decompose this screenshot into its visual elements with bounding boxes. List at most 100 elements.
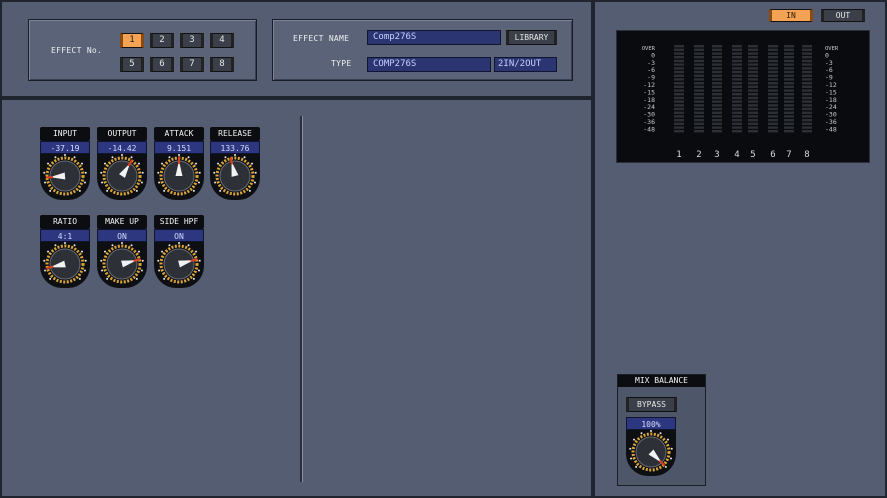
effect-name-field[interactable]: Comp276S — [367, 30, 501, 45]
meter-segment — [784, 82, 794, 85]
knob-tick — [100, 171, 103, 174]
meter-segment — [674, 93, 684, 96]
knob-tick — [121, 154, 123, 156]
meter-segment — [802, 48, 812, 51]
meter-segment — [694, 56, 704, 59]
meter-segment — [748, 70, 758, 74]
attack-knob[interactable] — [154, 154, 204, 200]
effect-name-label: EFFECT NAME — [293, 34, 350, 43]
effect-no-button-4[interactable]: 4 — [210, 33, 234, 48]
meter-segment — [768, 70, 778, 74]
ratio-knob[interactable] — [40, 242, 90, 288]
meter-segment — [784, 119, 794, 122]
meter-segment — [748, 85, 758, 88]
knob-body — [97, 242, 147, 288]
knob-value[interactable]: ON — [97, 229, 147, 242]
effect-no-button-2[interactable]: 2 — [150, 33, 174, 48]
meter-segment — [694, 119, 704, 122]
meter-channel-label: 2 — [696, 150, 701, 160]
bypass-button[interactable]: BYPASS — [626, 397, 677, 412]
knob-tick — [64, 154, 66, 156]
effect-no-button-1[interactable]: 1 — [120, 33, 144, 48]
knob-tick — [141, 171, 144, 174]
mix-balance-knob[interactable] — [626, 430, 676, 476]
meter-segment — [712, 78, 722, 81]
meter-segment — [732, 63, 742, 66]
release-knob[interactable] — [210, 154, 260, 200]
meter-segment — [674, 111, 684, 114]
effect-no-button-5[interactable]: 5 — [120, 57, 144, 72]
knob-tick — [659, 432, 662, 435]
knob-value[interactable]: 133.76 — [210, 141, 260, 154]
knob-output: OUTPUT -14.42 — [97, 127, 151, 211]
knob-tick — [224, 156, 227, 159]
knob-tick — [213, 171, 216, 174]
make-up-knob[interactable] — [97, 242, 147, 288]
knob-tick — [192, 189, 195, 192]
meter-segment — [712, 70, 722, 74]
meter-segment — [748, 82, 758, 85]
meter-segment — [712, 45, 722, 48]
meter-segment — [784, 56, 794, 59]
effect-no-button-6[interactable]: 6 — [150, 57, 174, 72]
meter-segment — [784, 100, 794, 103]
knob-tick — [243, 156, 246, 159]
knob-value[interactable]: ON — [154, 229, 204, 242]
meter-channel-label: 3 — [714, 150, 719, 160]
meter-segment — [732, 82, 742, 85]
knob-value[interactable]: -37.19 — [40, 141, 90, 154]
meter-segment — [732, 56, 742, 59]
knob-tick — [253, 181, 256, 184]
knob-body — [40, 242, 90, 288]
meter-segment — [674, 85, 684, 88]
meter-segment — [674, 82, 684, 85]
mix-balance-knob-body — [626, 430, 676, 476]
meter-segment — [694, 126, 704, 129]
meter-segment — [712, 63, 722, 66]
effect-no-button-3[interactable]: 3 — [180, 33, 204, 48]
meter-segment — [768, 130, 778, 133]
knob-body — [154, 154, 204, 200]
knob-tick — [168, 244, 171, 247]
knob-value[interactable]: 9.151 — [154, 141, 204, 154]
knob-value[interactable]: -14.42 — [97, 141, 147, 154]
meter-segment — [768, 111, 778, 114]
meter-segment — [784, 52, 794, 55]
knob-tick — [140, 181, 143, 184]
meter-segment — [768, 107, 778, 111]
knob-tick — [157, 259, 160, 262]
meter-segment — [802, 56, 812, 59]
knob-body — [40, 154, 90, 200]
meter-segment — [694, 74, 704, 77]
meter-segment — [802, 70, 812, 74]
meter-channel-label: 7 — [786, 150, 791, 160]
meter-segment — [732, 130, 742, 133]
knob-tick — [141, 259, 144, 262]
meter-segment — [674, 115, 684, 118]
knob-cap[interactable] — [106, 160, 138, 192]
meter-segment — [768, 48, 778, 51]
out-button[interactable]: OUT — [821, 9, 865, 22]
input-knob[interactable] — [40, 154, 90, 200]
meter-graphic: OVER OVER0 0-3 -3-6 -6-9 -9-12 -12-15 -15-18 -18… — [642, 45, 839, 160]
side-hpf-knob[interactable] — [154, 242, 204, 288]
library-button[interactable]: LIBRARY — [506, 30, 557, 45]
output-knob[interactable] — [97, 154, 147, 200]
meter-segment — [674, 100, 684, 103]
effect-no-button-7[interactable]: 7 — [180, 57, 204, 72]
effect-no-button-8[interactable]: 8 — [210, 57, 234, 72]
knob-tick — [254, 171, 257, 174]
knob-tick — [163, 277, 166, 280]
knob-tick — [73, 156, 76, 159]
knob-tick — [130, 156, 133, 159]
meter-segment — [694, 70, 704, 74]
meter-segment — [802, 126, 812, 129]
meter-segment — [694, 115, 704, 118]
mix-balance-box: MIX BALANCE BYPASS 100% — [617, 374, 706, 486]
knob-value[interactable]: 4:1 — [40, 229, 90, 242]
meter-segment — [694, 59, 704, 63]
meter-segment — [674, 70, 684, 74]
meter-segment — [694, 111, 704, 114]
in-button[interactable]: IN — [769, 9, 813, 22]
meter-segment — [802, 74, 812, 77]
